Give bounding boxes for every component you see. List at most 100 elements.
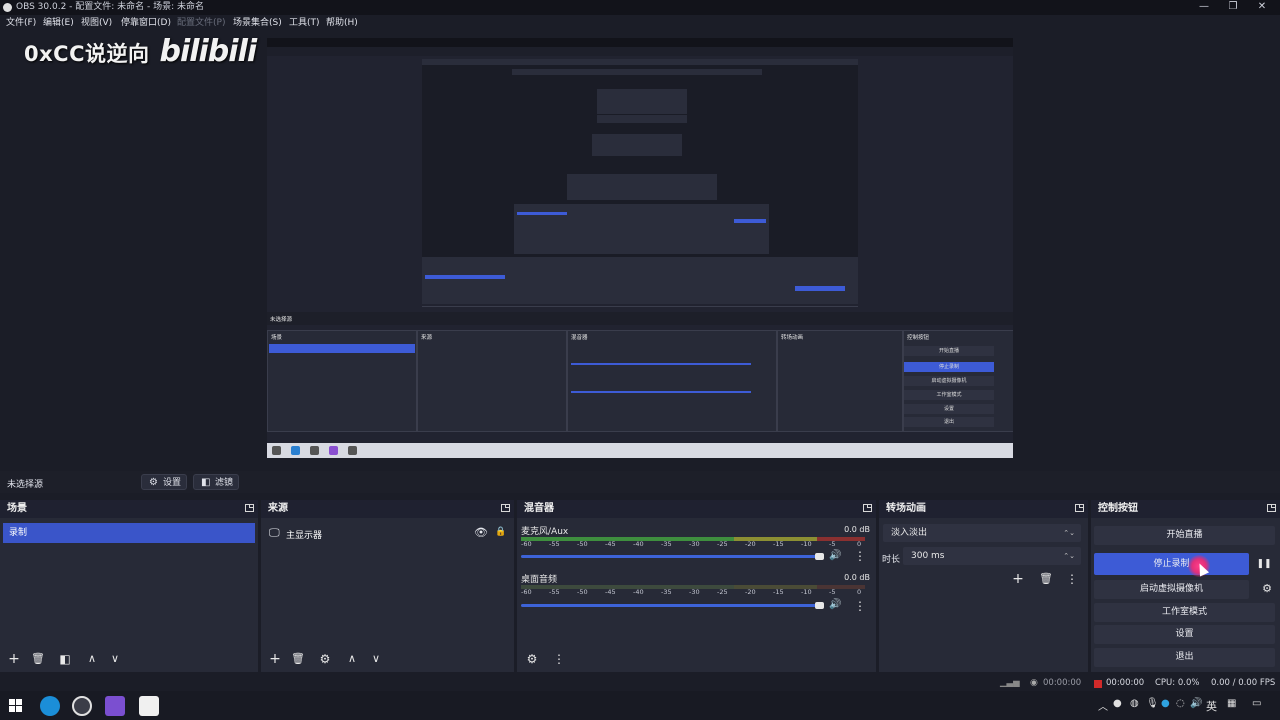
menu-tools[interactable]: 工具(T)	[289, 15, 320, 31]
meter-tick-label: -5	[829, 588, 836, 596]
volume-slider-knob[interactable]	[815, 602, 824, 609]
source-properties-button[interactable]: ⚙ 设置	[141, 474, 187, 490]
microphone-icon[interactable]: 🎙	[1146, 698, 1159, 709]
edge-browser-icon[interactable]	[40, 696, 60, 716]
menu-view[interactable]: 视图(V)	[81, 15, 112, 31]
move-scene-down-button[interactable]: ∨	[106, 650, 124, 668]
move-source-up-button[interactable]: ∧	[343, 650, 361, 668]
remove-transition-button[interactable]: 🗑	[1037, 570, 1055, 588]
meter-tick-label: 0	[857, 540, 862, 548]
status-bar: ▁▃▅ ◉ 00:00:00 00:00:00 CPU: 0.0% 0.00 /…	[0, 676, 1280, 691]
settings-button[interactable]: 设置	[1094, 625, 1275, 644]
menu-bar: 文件(F) 编辑(E) 视图(V) 停靠窗口(D) 配置文件(P) 场景集合(S…	[0, 15, 1280, 31]
tray-app-icon[interactable]: ●	[1113, 698, 1122, 709]
pause-recording-button[interactable]: ❚❚	[1255, 555, 1273, 573]
add-scene-button[interactable]: +	[5, 650, 23, 668]
remove-source-button[interactable]: 🗑	[289, 650, 307, 668]
mixer-menu-button[interactable]: ⋮	[550, 650, 568, 668]
transition-duration-input[interactable]: 300 ms ⌃⌄	[903, 547, 1081, 565]
sources-title: 来源	[268, 503, 288, 514]
close-button[interactable]: ✕	[1248, 0, 1276, 15]
eye-icon[interactable]: 👁	[474, 526, 488, 539]
chevron-updown-icon: ⌃⌄	[1063, 529, 1075, 537]
undock-icon[interactable]	[245, 504, 254, 512]
lock-icon[interactable]: 🔒	[495, 527, 506, 537]
maximize-button[interactable]: ❐	[1219, 0, 1247, 15]
ime-indicator[interactable]: 英	[1206, 698, 1217, 714]
sources-header: 来源	[261, 500, 514, 518]
menu-file[interactable]: 文件(F)	[6, 15, 36, 31]
title-bar: OBS 30.0.2 - 配置文件: 未命名 - 场景: 未命名 — ❐ ✕	[0, 0, 1280, 15]
sources-dock: 来源 🖵 主显示器 👁 🔒 + 🗑 ⚙ ∧ ∨	[261, 500, 514, 672]
move-scene-up-button[interactable]: ∧	[83, 650, 101, 668]
source-item[interactable]: 🖵 主显示器 👁 🔒	[264, 523, 511, 543]
source-settings-button[interactable]: ⚙	[316, 650, 334, 668]
channel-menu-button[interactable]: ⋮	[853, 549, 867, 563]
speaker-icon[interactable]: 🔊	[829, 550, 841, 561]
volume-slider[interactable]	[521, 604, 823, 607]
menu-docks[interactable]: 停靠窗口(D)	[121, 15, 171, 31]
meter-tick-label: -15	[773, 540, 784, 548]
menu-edit[interactable]: 编辑(E)	[43, 15, 74, 31]
monitor-icon: 🖵	[269, 526, 280, 539]
source-toolbar: 未选择源 ⚙ 设置 ◧ 滤镜	[0, 471, 1280, 493]
tray-chevron-icon[interactable]: ︿	[1098, 698, 1108, 713]
volume-slider[interactable]	[521, 555, 823, 558]
scene-item[interactable]: 录制	[3, 523, 255, 543]
watermark-text: 0xCC说逆向	[24, 42, 150, 66]
virtual-camera-gear-icon[interactable]: ⚙	[1258, 580, 1276, 598]
start-streaming-button[interactable]: 开始直播	[1094, 526, 1275, 545]
notification-icon[interactable]: ▭	[1252, 698, 1261, 709]
stop-recording-button[interactable]: 停止录制	[1094, 553, 1249, 575]
tray-app-icon[interactable]: ●	[1161, 698, 1170, 709]
stream-status-icon: ◉	[1030, 678, 1038, 688]
mixer-dock: 混音器 麦克风/Aux 0.0 dB -60 -55 -50 -45 -40 -35 -30…	[517, 500, 876, 672]
meter-tick-label: -20	[745, 540, 756, 548]
transition-type-select[interactable]: 淡入淡出 ⌃⌄	[883, 524, 1081, 542]
scene-filters-button[interactable]: ◧	[56, 650, 74, 668]
volume-icon[interactable]: 🔊	[1190, 698, 1202, 709]
spinner-icon: ⌃⌄	[1063, 552, 1075, 560]
preview-canvas[interactable]: 未选择源 场景 来源 混音器 转场动画 控制按钮 开始直播 停止录制 启动虚拟摄…	[267, 38, 1013, 458]
source-filters-button[interactable]: ◧ 滤镜	[193, 474, 239, 490]
volume-slider-knob[interactable]	[815, 553, 824, 560]
menu-help[interactable]: 帮助(H)	[326, 15, 358, 31]
meter-tick-label: -60	[521, 588, 532, 596]
windows-start-icon[interactable]	[7, 697, 25, 715]
transition-menu-button[interactable]: ⋮	[1063, 570, 1081, 588]
preview-recursive-taskbar	[267, 443, 1013, 458]
menu-profile[interactable]: 配置文件(P)	[177, 15, 225, 31]
minimize-button[interactable]: —	[1190, 0, 1218, 15]
tray-app-icon[interactable]: ▦	[1227, 698, 1236, 709]
preview-recursive-titlebar	[267, 38, 1013, 47]
tray-app-icon[interactable]: ◍	[1130, 698, 1139, 709]
start-virtual-camera-button[interactable]: 启动虚拟摄像机	[1094, 580, 1249, 599]
meter-tick-label: -15	[773, 588, 784, 596]
remove-scene-button[interactable]: 🗑	[29, 650, 47, 668]
undock-icon[interactable]	[1075, 504, 1084, 512]
speaker-muted-icon[interactable]: 🔊	[829, 599, 841, 610]
studio-mode-button[interactable]: 工作室模式	[1094, 603, 1275, 622]
menu-scene-collection[interactable]: 场景集合(S)	[233, 15, 282, 31]
undock-icon[interactable]	[863, 504, 872, 512]
chat-app-icon[interactable]	[139, 696, 159, 716]
obs-taskbar-icon[interactable]	[72, 696, 92, 716]
gear-icon: ⚙	[149, 477, 158, 488]
network-icon[interactable]: ◌	[1176, 698, 1185, 709]
undock-icon[interactable]	[501, 504, 510, 512]
add-source-button[interactable]: +	[266, 650, 284, 668]
exit-button[interactable]: 退出	[1094, 648, 1275, 667]
channel-name: 桌面音频	[521, 575, 558, 585]
advanced-audio-gear-icon[interactable]: ⚙	[523, 650, 541, 668]
preview-nested-window	[422, 59, 858, 304]
visual-studio-icon[interactable]	[105, 696, 125, 716]
controls-title: 控制按钮	[1098, 503, 1138, 514]
add-transition-button[interactable]: +	[1009, 570, 1027, 588]
move-source-down-button[interactable]: ∨	[367, 650, 385, 668]
undock-icon[interactable]	[1267, 504, 1276, 512]
record-time: 00:00:00	[1106, 678, 1145, 688]
meter-tick-label: 0	[857, 588, 862, 596]
windows-taskbar: ︿ ● ◍ 🎙 ● ◌ 🔊 英 ▦ ▭	[0, 691, 1280, 720]
meter-tick-label: -10	[801, 588, 812, 596]
channel-menu-button[interactable]: ⋮	[853, 599, 867, 613]
